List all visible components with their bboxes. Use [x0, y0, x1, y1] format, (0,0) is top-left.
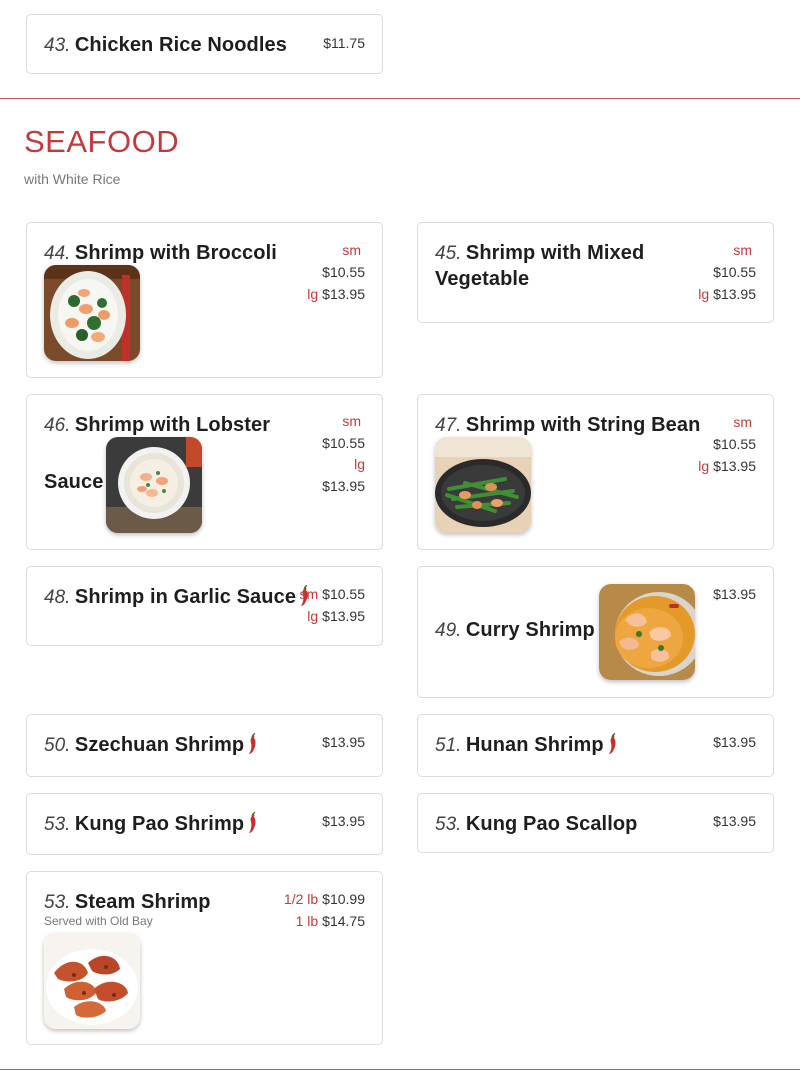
menu-card-43[interactable]: 43. Chicken Rice Noodles $11.75: [26, 14, 383, 74]
item-name: Shrimp with String Bean: [465, 414, 701, 436]
item-number: 50.: [44, 735, 71, 756]
item-number: 46.: [44, 415, 71, 436]
price-one-lb: $14.75: [322, 913, 365, 929]
menu-card-50[interactable]: 50. Szechuan Shrimp $13.95: [26, 714, 383, 777]
item-name: Szechuan Shrimp: [74, 734, 245, 756]
item-number: 53.: [44, 814, 71, 835]
chili-pepper-icon: [248, 812, 258, 834]
size-label-lg: lg: [307, 608, 319, 624]
item-name: Shrimp with Broccoli: [74, 242, 277, 264]
dish-photo[interactable]: [435, 437, 531, 533]
size-label-lg: lg: [354, 456, 365, 472]
menu-card-49[interactable]: 49. Curry Shrimp $13.95: [417, 566, 774, 698]
item-name: Shrimp with Lobster: [74, 414, 271, 436]
chili-pepper-icon: [248, 733, 258, 755]
item-price: $13.95: [322, 734, 365, 750]
menu-card-51[interactable]: 51. Hunan Shrimp $13.95: [417, 714, 774, 777]
item-number: 45.: [435, 243, 462, 264]
menu-card-47[interactable]: 47. Shrimp with String Bean sm $10.55 lg…: [417, 394, 774, 550]
price-half-lb: $10.99: [322, 891, 365, 907]
item-price: $13.95: [713, 734, 756, 750]
item-number: 53.: [44, 892, 71, 913]
item-name-cont: Vegetable: [435, 268, 530, 290]
section-subtitle: with White Rice: [24, 171, 121, 187]
item-name: Steam Shrimp: [74, 891, 211, 913]
price-sm: $10.55: [322, 264, 365, 280]
item-name: Shrimp with Mixed: [465, 242, 645, 264]
chili-pepper-icon: [608, 733, 618, 755]
dish-photo[interactable]: [599, 584, 695, 680]
size-label-lg: lg: [307, 286, 319, 302]
item-name: Kung Pao Shrimp: [74, 813, 245, 835]
size-label-sm: sm: [299, 586, 319, 602]
item-price: $13.95: [713, 813, 756, 829]
size-label-one-lb: 1 lb: [295, 913, 319, 929]
menu-card-53-steam-shrimp[interactable]: 53. Steam Shrimp Served with Old Bay 1/2…: [26, 871, 383, 1045]
price-lg: $13.95: [322, 608, 365, 624]
item-name: Curry Shrimp: [465, 619, 595, 641]
size-label-sm: sm: [733, 242, 752, 258]
item-name: Kung Pao Scallop: [465, 813, 638, 835]
menu-card-53-kung-pao-scallop[interactable]: 53. Kung Pao Scallop $13.95: [417, 793, 774, 853]
dish-photo[interactable]: [106, 437, 202, 533]
item-name: Chicken Rice Noodles: [74, 34, 287, 56]
item-name-cont: Sauce: [44, 471, 104, 493]
size-label-lg: lg: [698, 458, 710, 474]
price-lg: $13.95: [322, 286, 365, 302]
menu-card-45[interactable]: 45. Shrimp with Mixed Vegetable sm $10.5…: [417, 222, 774, 323]
price-sm: $10.55: [322, 586, 365, 602]
item-price: $11.75: [323, 35, 365, 51]
menu-card-53-kung-pao-shrimp[interactable]: 53. Kung Pao Shrimp $13.95: [26, 793, 383, 855]
item-number: 51.: [435, 735, 462, 756]
size-label-sm: sm: [342, 413, 361, 429]
section-title: SEAFOOD: [24, 124, 180, 159]
item-number: 49.: [435, 620, 462, 641]
item-number: 43.: [44, 35, 71, 56]
dish-photo[interactable]: [44, 265, 140, 361]
size-label-sm: sm: [733, 414, 752, 430]
item-name: Shrimp in Garlic Sauce: [74, 586, 297, 608]
price-lg: $13.95: [713, 286, 756, 302]
price-lg: $13.95: [322, 477, 365, 494]
menu-card-46[interactable]: 46. Shrimp with Lobster Sauce sm $10.55 …: [26, 394, 383, 550]
item-price: $13.95: [322, 813, 365, 829]
item-number: 53.: [435, 814, 462, 835]
item-number: 47.: [435, 415, 462, 436]
size-label-sm: sm: [342, 242, 361, 258]
size-label-lg: lg: [698, 286, 710, 302]
section-divider-bottom: [0, 1069, 800, 1070]
price-sm: $10.55: [322, 434, 365, 451]
menu-card-44[interactable]: 44. Shrimp with Broccoli sm $10.55 lg $13…: [26, 222, 383, 378]
price-sm: $10.55: [713, 264, 756, 280]
dish-photo[interactable]: [44, 933, 140, 1029]
price-lg: $13.95: [713, 458, 756, 474]
item-price: $13.95: [713, 586, 756, 602]
item-number: 48.: [44, 587, 71, 608]
size-label-half-lb: 1/2 lb: [283, 891, 319, 907]
section-divider: [0, 98, 800, 99]
price-sm: $10.55: [713, 436, 756, 452]
item-number: 44.: [44, 243, 71, 264]
item-description: Served with Old Bay: [44, 914, 153, 928]
item-name: Hunan Shrimp: [465, 734, 604, 756]
menu-card-48[interactable]: 48. Shrimp in Garlic Sauce sm $10.55 lg $1…: [26, 566, 383, 646]
